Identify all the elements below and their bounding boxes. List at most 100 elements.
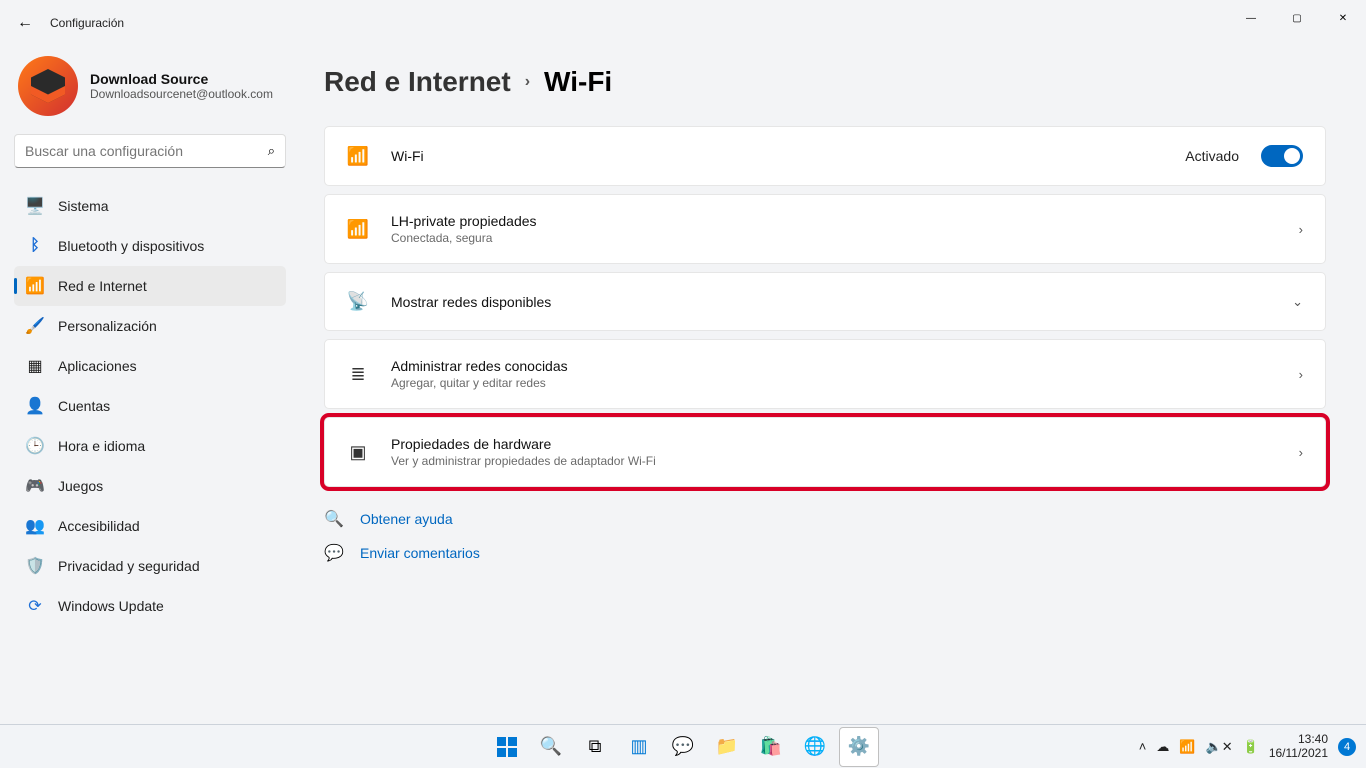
display-icon: 🖥️	[26, 197, 44, 215]
wifi-secure-icon: 📶	[347, 219, 369, 240]
known-networks-card[interactable]: ≣ Administrar redes conocidas Agregar, q…	[324, 339, 1326, 409]
sound-tray-icon[interactable]: 🔈✕	[1206, 739, 1233, 755]
show-networks-label: Mostrar redes disponibles	[391, 294, 1270, 310]
network-subtitle: Conectada, segura	[391, 231, 1277, 245]
wifi-icon: 📶	[347, 146, 369, 167]
show-networks-card[interactable]: 📡 Mostrar redes disponibles ⌄	[324, 272, 1326, 331]
sidebar-item-label: Bluetooth y dispositivos	[58, 238, 204, 254]
get-help-link[interactable]: 🔍 Obtener ayuda	[324, 509, 1326, 529]
wifi-toggle[interactable]	[1261, 145, 1303, 167]
chevron-down-icon: ⌄	[1292, 294, 1303, 310]
widgets-button[interactable]: ▥	[619, 727, 659, 767]
hardware-title: Propiedades de hardware	[391, 436, 1277, 452]
edge-button[interactable]: 🌐	[795, 727, 835, 767]
chevron-right-icon: ›	[1299, 222, 1303, 237]
chevron-right-icon: ›	[525, 73, 530, 91]
hardware-properties-card[interactable]: ▣ Propiedades de hardware Ver y administ…	[324, 417, 1326, 487]
feedback-label: Enviar comentarios	[360, 545, 480, 561]
sidebar-item-accesibilidad[interactable]: 👥 Accesibilidad	[14, 506, 286, 546]
taskbar-center: 🔍 ⧉ ▥ 💬 📁 🛍️ 🌐 ⚙️	[487, 727, 879, 767]
close-button[interactable]: ✕	[1320, 0, 1366, 36]
sidebar-item-label: Juegos	[58, 478, 103, 494]
apps-icon: ▦	[26, 357, 44, 375]
search-box[interactable]: ⌕	[14, 134, 286, 168]
sidebar-item-label: Hora e idioma	[58, 438, 145, 454]
window-controls: — ▢ ✕	[1228, 0, 1366, 36]
notif-count: 4	[1344, 741, 1350, 753]
avatar	[18, 56, 78, 116]
chip-icon: ▣	[347, 442, 369, 463]
notification-badge[interactable]: 4	[1338, 738, 1356, 756]
sidebar-item-label: Red e Internet	[58, 278, 147, 294]
back-icon: ←	[17, 14, 33, 32]
taskview-button[interactable]: ⧉	[575, 727, 615, 767]
chevron-right-icon: ›	[1299, 367, 1303, 382]
breadcrumb-parent[interactable]: Red e Internet	[324, 66, 511, 98]
sidebar-item-hora[interactable]: 🕒 Hora e idioma	[14, 426, 286, 466]
sidebar-item-aplicaciones[interactable]: ▦ Aplicaciones	[14, 346, 286, 386]
wifi-tray-icon[interactable]: 📶	[1179, 739, 1195, 755]
network-properties-card[interactable]: 📶 LH-private propiedades Conectada, segu…	[324, 194, 1326, 264]
sidebar-item-red[interactable]: 📶 Red e Internet	[14, 266, 286, 306]
known-title: Administrar redes conocidas	[391, 358, 1277, 374]
sidebar-item-label: Aplicaciones	[58, 358, 137, 374]
clock-date: 16/11/2021	[1269, 747, 1328, 760]
app-body: Download Source Downloadsourcenet@outloo…	[0, 46, 1366, 724]
chat-button[interactable]: 💬	[663, 727, 703, 767]
shield-icon: 🛡️	[26, 557, 44, 575]
chevron-right-icon: ›	[1299, 445, 1303, 460]
bluetooth-icon: ᛒ	[26, 237, 44, 255]
window-title: Configuración	[50, 16, 124, 30]
onedrive-icon[interactable]: ☁	[1156, 739, 1169, 755]
breadcrumb: Red e Internet › Wi-Fi	[324, 66, 1326, 98]
wifi-icon: 📶	[26, 277, 44, 295]
gamepad-icon: 🎮	[26, 477, 44, 495]
tray-up-icon[interactable]: ˄	[1139, 739, 1147, 754]
brush-icon: 🖌️	[26, 317, 44, 335]
minimize-icon: —	[1246, 13, 1256, 24]
sidebar-nav: 🖥️ Sistema ᛒ Bluetooth y dispositivos 📶 …	[14, 186, 286, 626]
sidebar-item-bluetooth[interactable]: ᛒ Bluetooth y dispositivos	[14, 226, 286, 266]
battery-tray-icon[interactable]: 🔋	[1243, 739, 1259, 755]
taskbar-clock[interactable]: 13:40 16/11/2021	[1269, 733, 1328, 759]
explorer-button[interactable]: 📁	[707, 727, 747, 767]
get-help-label: Obtener ayuda	[360, 511, 453, 527]
network-title: LH-private propiedades	[391, 213, 1277, 229]
back-button[interactable]: ←	[10, 8, 40, 38]
antenna-icon: 📡	[347, 291, 369, 312]
profile[interactable]: Download Source Downloadsourcenet@outloo…	[14, 46, 286, 134]
sidebar-item-sistema[interactable]: 🖥️ Sistema	[14, 186, 286, 226]
hardware-subtitle: Ver y administrar propiedades de adaptad…	[391, 454, 1277, 468]
settings-taskbar-button[interactable]: ⚙️	[839, 727, 879, 767]
taskbar: 🔍 ⧉ ▥ 💬 📁 🛍️ 🌐 ⚙️ ˄ ☁ 📶 🔈✕ 🔋 13:40 16/11…	[0, 724, 1366, 768]
breadcrumb-current: Wi-Fi	[544, 66, 612, 98]
sidebar-item-label: Cuentas	[58, 398, 110, 414]
start-button[interactable]	[487, 727, 527, 767]
sidebar-item-update[interactable]: ⟳ Windows Update	[14, 586, 286, 626]
store-button[interactable]: 🛍️	[751, 727, 791, 767]
maximize-button[interactable]: ▢	[1274, 0, 1320, 36]
list-icon: ≣	[347, 364, 369, 385]
search-input[interactable]	[25, 143, 268, 159]
feedback-link[interactable]: 💬 Enviar comentarios	[324, 543, 1326, 563]
main-content: Red e Internet › Wi-Fi 📶 Wi-Fi Activado …	[300, 46, 1366, 724]
known-subtitle: Agregar, quitar y editar redes	[391, 376, 1277, 390]
help-icon: 🔍	[324, 509, 344, 529]
sidebar-item-personalizacion[interactable]: 🖌️ Personalización	[14, 306, 286, 346]
sidebar-item-label: Sistema	[58, 198, 109, 214]
wifi-toggle-card[interactable]: 📶 Wi-Fi Activado	[324, 126, 1326, 186]
sidebar-item-cuentas[interactable]: 👤 Cuentas	[14, 386, 286, 426]
minimize-button[interactable]: —	[1228, 0, 1274, 36]
sidebar-item-juegos[interactable]: 🎮 Juegos	[14, 466, 286, 506]
close-icon: ✕	[1339, 13, 1347, 24]
search-button[interactable]: 🔍	[531, 727, 571, 767]
clock-time: 13:40	[1269, 733, 1328, 746]
feedback-icon: 💬	[324, 543, 344, 563]
accessibility-icon: 👥	[26, 517, 44, 535]
sidebar-item-privacidad[interactable]: 🛡️ Privacidad y seguridad	[14, 546, 286, 586]
sidebar: Download Source Downloadsourcenet@outloo…	[0, 46, 300, 724]
sidebar-item-label: Windows Update	[58, 598, 164, 614]
wifi-state-label: Activado	[1185, 148, 1239, 164]
profile-name: Download Source	[90, 71, 273, 87]
system-tray: ˄ ☁ 📶 🔈✕ 🔋 13:40 16/11/2021 4	[1139, 733, 1356, 759]
